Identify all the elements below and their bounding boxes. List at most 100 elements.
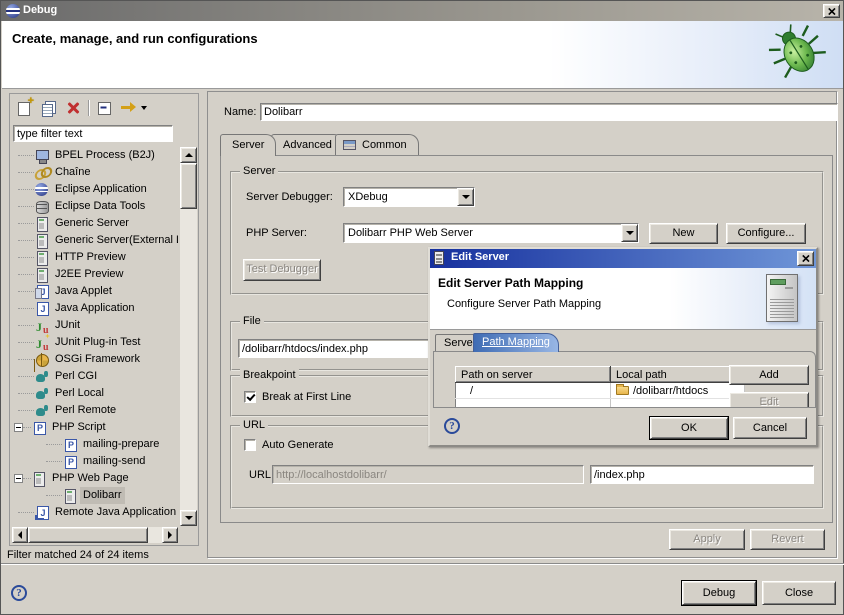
tree-item[interactable]: J2EE Preview: [12, 266, 178, 283]
chain-icon: [34, 165, 50, 181]
server-icon: [434, 251, 444, 265]
tree-item[interactable]: Java Application: [12, 300, 178, 317]
tree-item[interactable]: Chaîne: [12, 164, 178, 181]
tree-item[interactable]: Perl CGI: [12, 368, 178, 385]
url-path-input[interactable]: [590, 465, 814, 484]
tree-item[interactable]: Eclipse Data Tools: [12, 198, 178, 215]
eclipse-icon: [6, 4, 20, 18]
server-debugger-select[interactable]: XDebug: [343, 187, 475, 207]
tree-item[interactable]: Remote Java Application: [12, 504, 178, 521]
scroll-down-icon[interactable]: [180, 510, 197, 526]
debug-configurations-window: Debug Create, manage, and run configurat…: [0, 0, 844, 615]
cancel-button[interactable]: Cancel: [733, 417, 807, 439]
close-button[interactable]: Close: [762, 581, 836, 605]
php-server-select[interactable]: Dolibarr PHP Web Server: [343, 223, 639, 243]
path-on-server-cell[interactable]: /: [456, 383, 611, 399]
column-header-local-path[interactable]: Local path: [611, 367, 745, 383]
dropdown-arrow-icon[interactable]: [621, 224, 638, 242]
scroll-right-icon[interactable]: [162, 527, 178, 543]
tree-item[interactable]: PHP Web Page: [12, 470, 178, 487]
dialog-titlebar[interactable]: Edit Server: [430, 249, 816, 268]
php-icon: [31, 420, 47, 436]
collapse-toggle-icon[interactable]: [14, 423, 23, 432]
help-icon[interactable]: ?: [11, 585, 27, 601]
tree-item[interactable]: Generic Server: [12, 215, 178, 232]
name-input[interactable]: [260, 103, 838, 121]
tree-item[interactable]: JUnit Plug-in Test: [12, 334, 178, 351]
add-mapping-button[interactable]: Add: [729, 365, 809, 385]
url-label: URL:: [249, 469, 274, 481]
tree-item[interactable]: HTTP Preview: [12, 249, 178, 266]
table-icon: [343, 140, 356, 150]
collapse-all-icon[interactable]: [95, 99, 113, 117]
configurations-toolbar: [12, 96, 196, 120]
rjava-icon: [34, 505, 50, 521]
tree-item-label: mailing-send: [80, 453, 148, 470]
tree-item[interactable]: mailing-send: [12, 453, 178, 470]
window-titlebar[interactable]: Debug: [1, 1, 843, 21]
dialog-title: Edit Server: [451, 251, 509, 263]
tree-horizontal-scrollbar[interactable]: [12, 527, 178, 543]
break-first-line-checkbox[interactable]: [244, 391, 256, 403]
edit-mapping-button[interactable]: Edit: [729, 392, 809, 408]
tree-vertical-scrollbar[interactable]: [180, 147, 197, 526]
perl-icon: [34, 386, 50, 402]
delete-configuration-icon[interactable]: [64, 99, 82, 117]
tree-item-label: Java Applet: [52, 283, 115, 300]
tab-common[interactable]: Common: [335, 134, 419, 155]
perl-icon: [34, 403, 50, 419]
dialog-banner: Create, manage, and run configurations: [2, 21, 843, 89]
filter-menu-arrow-icon[interactable]: [141, 106, 147, 110]
tree-item-label: OSGi Framework: [52, 351, 143, 368]
sphere-icon: [34, 182, 50, 198]
tree-item[interactable]: Dolibarr: [12, 487, 178, 504]
folder-icon: [616, 386, 629, 395]
new-configuration-icon[interactable]: [16, 99, 34, 117]
filter-input[interactable]: [13, 125, 173, 142]
scroll-left-icon[interactable]: [12, 527, 28, 543]
tree-item[interactable]: Perl Local: [12, 385, 178, 402]
filter-status: Filter matched 24 of 24 items: [7, 549, 149, 561]
test-debugger-button[interactable]: Test Debugger: [243, 259, 321, 281]
collapse-toggle-icon[interactable]: [14, 474, 23, 483]
close-icon[interactable]: [797, 251, 814, 266]
local-path-cell[interactable]: /dolibarr/htdocs: [611, 383, 745, 399]
help-icon[interactable]: ?: [444, 418, 460, 434]
debug-button[interactable]: Debug: [682, 581, 756, 605]
tree-item[interactable]: mailing-prepare: [12, 436, 178, 453]
configure-server-button[interactable]: Configure...: [726, 223, 806, 244]
scroll-up-icon[interactable]: [180, 147, 197, 163]
tab-advanced[interactable]: Advanced: [271, 134, 344, 155]
tree-item[interactable]: Eclipse Application: [12, 181, 178, 198]
tab-server[interactable]: Server: [220, 134, 276, 156]
junitp-icon: [34, 335, 50, 351]
filter-icon[interactable]: [119, 99, 137, 117]
tree-item[interactable]: Generic Server(External La: [12, 232, 178, 249]
tree-item[interactable]: OSGi Framework: [12, 351, 178, 368]
path-mapping-table[interactable]: Path on server Local path //dolibarr/htd…: [455, 366, 745, 408]
tree-item[interactable]: Java Applet: [12, 283, 178, 300]
table-row[interactable]: //dolibarr/htdocs: [456, 383, 745, 399]
column-header-path-on-server[interactable]: Path on server: [456, 367, 611, 383]
tree-item-label: Eclipse Data Tools: [52, 198, 148, 215]
bug-icon: [767, 23, 829, 81]
close-icon[interactable]: [823, 4, 840, 18]
dropdown-arrow-icon[interactable]: [457, 188, 474, 206]
db-icon: [34, 199, 50, 215]
tree-item[interactable]: BPEL Process (B2J): [12, 147, 178, 164]
dialog-banner: Edit Server Path Mapping Configure Serve…: [430, 268, 816, 330]
tree-item[interactable]: JUnit: [12, 317, 178, 334]
scrollbar-thumb[interactable]: [180, 163, 197, 209]
tree-item[interactable]: Perl Remote: [12, 402, 178, 419]
auto-generate-checkbox[interactable]: [244, 439, 256, 451]
apply-button[interactable]: Apply: [669, 529, 745, 550]
revert-button[interactable]: Revert: [750, 529, 825, 550]
new-server-button[interactable]: New: [649, 223, 718, 244]
tree-item-label: Perl Local: [52, 385, 107, 402]
duplicate-configuration-icon[interactable]: [40, 99, 58, 117]
scrollbar-thumb[interactable]: [28, 527, 148, 543]
ok-button[interactable]: OK: [650, 417, 728, 439]
dialog-tab-path-mapping[interactable]: Path Mapping: [473, 333, 559, 352]
server-icon: [34, 250, 50, 266]
tree-item[interactable]: PHP Script: [12, 419, 178, 436]
